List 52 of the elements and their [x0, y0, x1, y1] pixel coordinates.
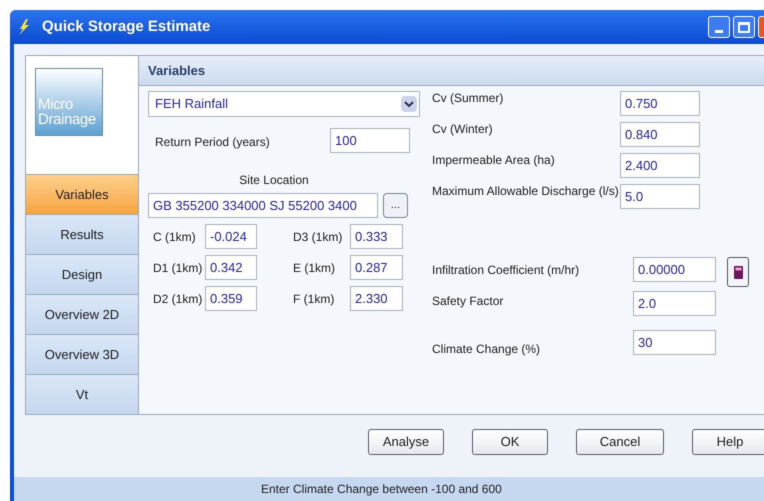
input-field[interactable]: 0.342: [205, 255, 257, 280]
field-label: Return Period (years): [155, 134, 271, 151]
browse-button[interactable]: ...: [383, 193, 408, 218]
field-label: C (1km): [153, 228, 197, 246]
sidebar-tab[interactable]: Variables: [26, 174, 138, 214]
panel-header: Variables: [139, 56, 764, 86]
input-field[interactable]: 2.0: [633, 291, 716, 316]
sidebar-tab[interactable]: Results: [26, 214, 138, 254]
calculator-icon: [734, 266, 742, 278]
input-field[interactable]: 0.359: [205, 286, 257, 311]
field-label: Infiltration Coefficient (m/hr): [432, 262, 580, 279]
field-label: Climate Change (%): [432, 341, 542, 358]
input-field[interactable]: 2.400: [620, 153, 700, 178]
rainfall-dropdown[interactable]: FEH Rainfall: [148, 91, 420, 117]
minimize-button[interactable]: [708, 16, 730, 38]
sidebar-tab[interactable]: Design: [26, 254, 138, 294]
dialog-button[interactable]: Analyse: [368, 429, 444, 455]
field-label: D2 (1km): [153, 290, 204, 308]
input-field[interactable]: GB 355200 334000 SJ 55200 3400: [148, 193, 378, 218]
field-label: Cv (Summer): [432, 91, 504, 105]
field-label: Impermeable Area (ha): [432, 153, 556, 167]
dialog-button[interactable]: Cancel: [576, 429, 664, 455]
input-field[interactable]: 0.287: [350, 255, 403, 280]
sidebar-tab[interactable]: Vt: [26, 374, 138, 414]
sidebar-tab[interactable]: Overview 2D: [26, 294, 138, 334]
field-label: Site Location: [239, 172, 309, 189]
lightning-icon: [18, 19, 30, 35]
field-label: Safety Factor: [432, 293, 504, 310]
input-field[interactable]: 100: [330, 128, 410, 153]
dialog-button[interactable]: Help: [692, 429, 764, 455]
input-field[interactable]: 0.840: [620, 122, 700, 147]
window-title: Quick Storage Estimate: [42, 16, 210, 37]
input-field[interactable]: 2.330: [350, 286, 403, 311]
sidebar-tab[interactable]: Overview 3D: [26, 334, 138, 374]
field-label: F (1km): [293, 290, 336, 308]
micro-drainage-logo: Micro Drainage: [35, 68, 103, 136]
field-label: D3 (1km): [293, 228, 344, 246]
field-label: Maximum Allowable Discharge (l/s): [432, 184, 620, 198]
input-field[interactable]: 0.333: [350, 224, 403, 249]
input-field[interactable]: 0.750: [620, 91, 700, 116]
status-bar: Enter Climate Change between -100 and 600: [14, 477, 764, 501]
input-field[interactable]: 0.00000: [633, 257, 716, 282]
dialog-button[interactable]: OK: [472, 429, 548, 455]
chevron-down-icon: [401, 96, 417, 112]
input-field[interactable]: 30: [633, 330, 716, 355]
field-label: E (1km): [293, 260, 336, 276]
calculator-button[interactable]: [727, 257, 749, 287]
input-field[interactable]: 5.0: [620, 184, 700, 209]
input-field[interactable]: -0.024: [205, 224, 257, 249]
field-label: Cv (Winter): [432, 122, 494, 136]
field-label: D1 (1km): [153, 260, 204, 276]
maximize-button[interactable]: [733, 16, 755, 38]
